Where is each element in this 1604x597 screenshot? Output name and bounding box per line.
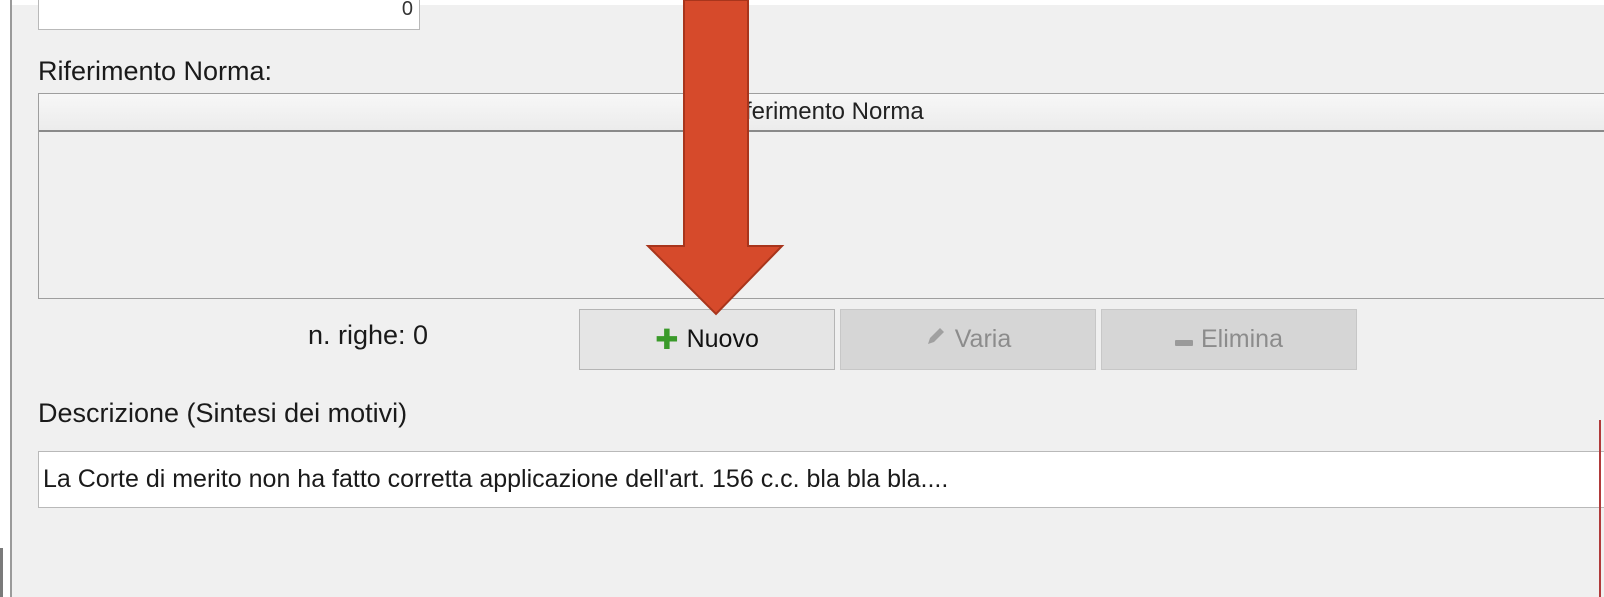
annotation-arrow — [645, 0, 785, 316]
